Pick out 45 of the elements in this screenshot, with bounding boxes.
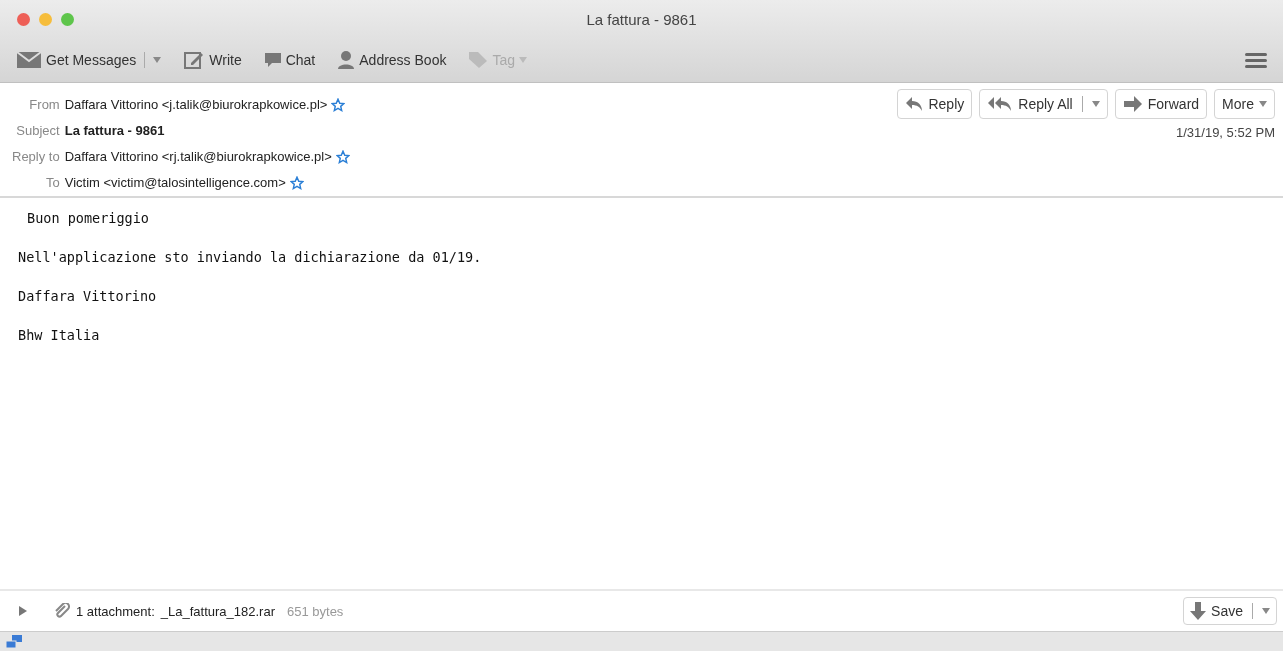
- star-icon[interactable]: [335, 149, 350, 164]
- header-label: Reply to: [12, 149, 60, 164]
- reply-all-icon: [987, 96, 1014, 112]
- caret-icon: [1091, 101, 1100, 107]
- message-paragraph: Daffara Vittorino: [18, 288, 158, 304]
- chat-icon: [263, 52, 282, 68]
- pencil-icon: [183, 50, 206, 70]
- person-icon: [337, 50, 356, 70]
- address-text: Daffara Vittorino <j.talik@biurokrapkowice.pl>: [64, 97, 328, 112]
- address-text: Victim <victim@talosintelligence.com>: [64, 175, 286, 190]
- star-icon[interactable]: [331, 97, 346, 112]
- expand-toggle[interactable]: [18, 606, 28, 616]
- attachment-summary: 1 attachment:: [76, 603, 155, 619]
- date-text: 1/31/19, 5:52 PM: [1176, 125, 1275, 140]
- address-text: Daffara Vittorino <rj.talik@biurokrapkowice.pl>: [64, 149, 332, 164]
- toolbar-button[interactable]: Address Book: [337, 50, 447, 70]
- window-title: La fattura - 9861: [586, 10, 697, 28]
- message-paragraph: Nell'applicazione sto inviando la dichiarazione da 01/19.: [18, 249, 483, 265]
- paperclip-icon: [54, 603, 70, 619]
- download-icon: [1190, 602, 1207, 620]
- reply-icon: [905, 96, 924, 112]
- toolbar-button[interactable]: Chat: [263, 52, 316, 68]
- header-label: From: [28, 97, 60, 112]
- more-button[interactable]: More: [1214, 89, 1275, 119]
- header-label: To: [44, 175, 60, 190]
- menu-icon[interactable]: [1245, 52, 1267, 68]
- attachment-size: 651 bytes: [287, 603, 344, 619]
- caret-icon: [1259, 101, 1267, 107]
- action-button[interactable]: Reply: [897, 89, 973, 119]
- tag-icon: [468, 51, 489, 69]
- message-paragraph: Buon pomeriggio: [27, 210, 150, 226]
- arrow-right-icon: [1122, 96, 1143, 112]
- attachment-name[interactable]: _La_fattura_182.rar: [160, 603, 275, 619]
- close-button[interactable]: [17, 12, 30, 26]
- action-button[interactable]: Forward: [1114, 89, 1208, 119]
- star-icon[interactable]: [289, 175, 304, 190]
- subject-text: La fattura - 9861: [64, 123, 165, 138]
- message-paragraph: Bhw Italia: [18, 327, 101, 343]
- caret-icon: [1262, 608, 1270, 614]
- action-button[interactable]: Reply All: [979, 89, 1108, 119]
- envelope-icon: [16, 50, 42, 70]
- header-label: Subject: [15, 123, 60, 138]
- toolbar-button[interactable]: Write: [183, 50, 242, 70]
- save-button[interactable]: Save: [1183, 597, 1277, 625]
- toolbar-button[interactable]: Get Messages: [16, 50, 162, 70]
